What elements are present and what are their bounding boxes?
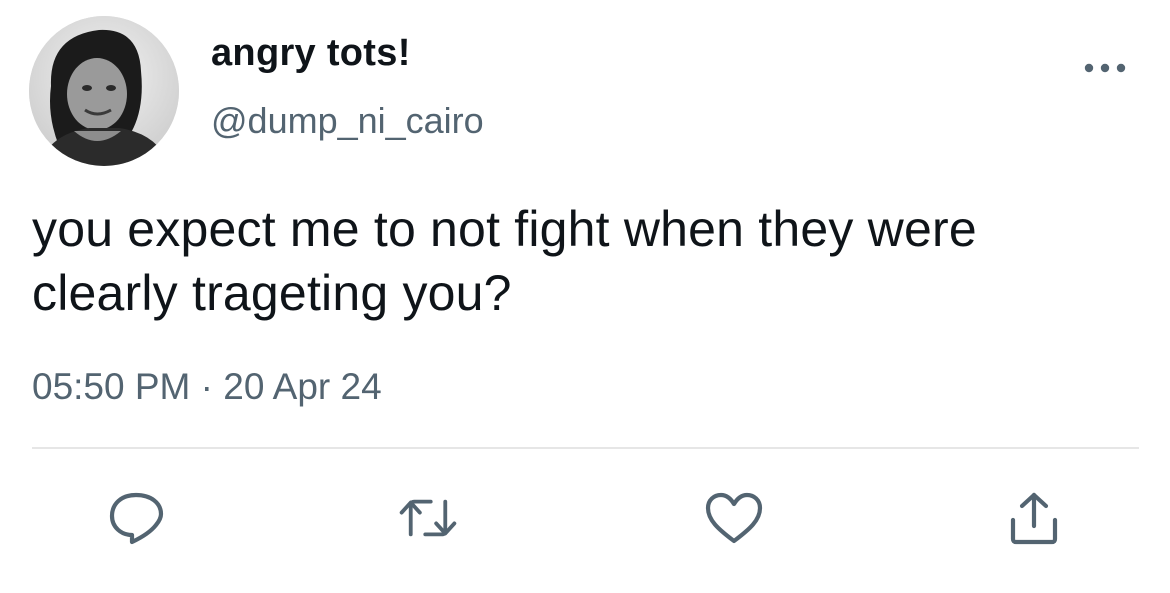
- tweet-text: you expect me to not fight when they wer…: [32, 197, 1142, 325]
- more-dots-icon: [1084, 63, 1126, 73]
- user-handle[interactable]: @dump_ni_cairo: [211, 100, 484, 142]
- tweet-time: 05:50 PM: [32, 366, 191, 407]
- tweet-timestamp[interactable]: 05:50 PM · 20 Apr 24: [32, 366, 382, 408]
- divider: [32, 447, 1139, 449]
- reply-button[interactable]: [106, 488, 166, 548]
- share-button[interactable]: [1004, 488, 1064, 548]
- avatar[interactable]: [29, 16, 179, 166]
- share-icon: [1010, 492, 1058, 545]
- avatar-photo: [29, 16, 179, 166]
- tweet-date: 20 Apr 24: [223, 366, 382, 407]
- more-options-button[interactable]: [1080, 50, 1130, 86]
- meta-separator: ·: [200, 366, 213, 407]
- tweet-text-line: clearly trageting you?: [32, 265, 512, 321]
- tweet-text-line: you expect me to not fight when they wer…: [32, 201, 977, 257]
- like-button[interactable]: [704, 488, 764, 548]
- heart-icon: [705, 492, 763, 544]
- tweet-card: angry tots! @dump_ni_cairo you expect me…: [0, 0, 1170, 593]
- reply-icon: [109, 492, 164, 545]
- display-name[interactable]: angry tots!: [211, 32, 411, 75]
- retweet-icon: [399, 499, 457, 537]
- retweet-button[interactable]: [398, 488, 458, 548]
